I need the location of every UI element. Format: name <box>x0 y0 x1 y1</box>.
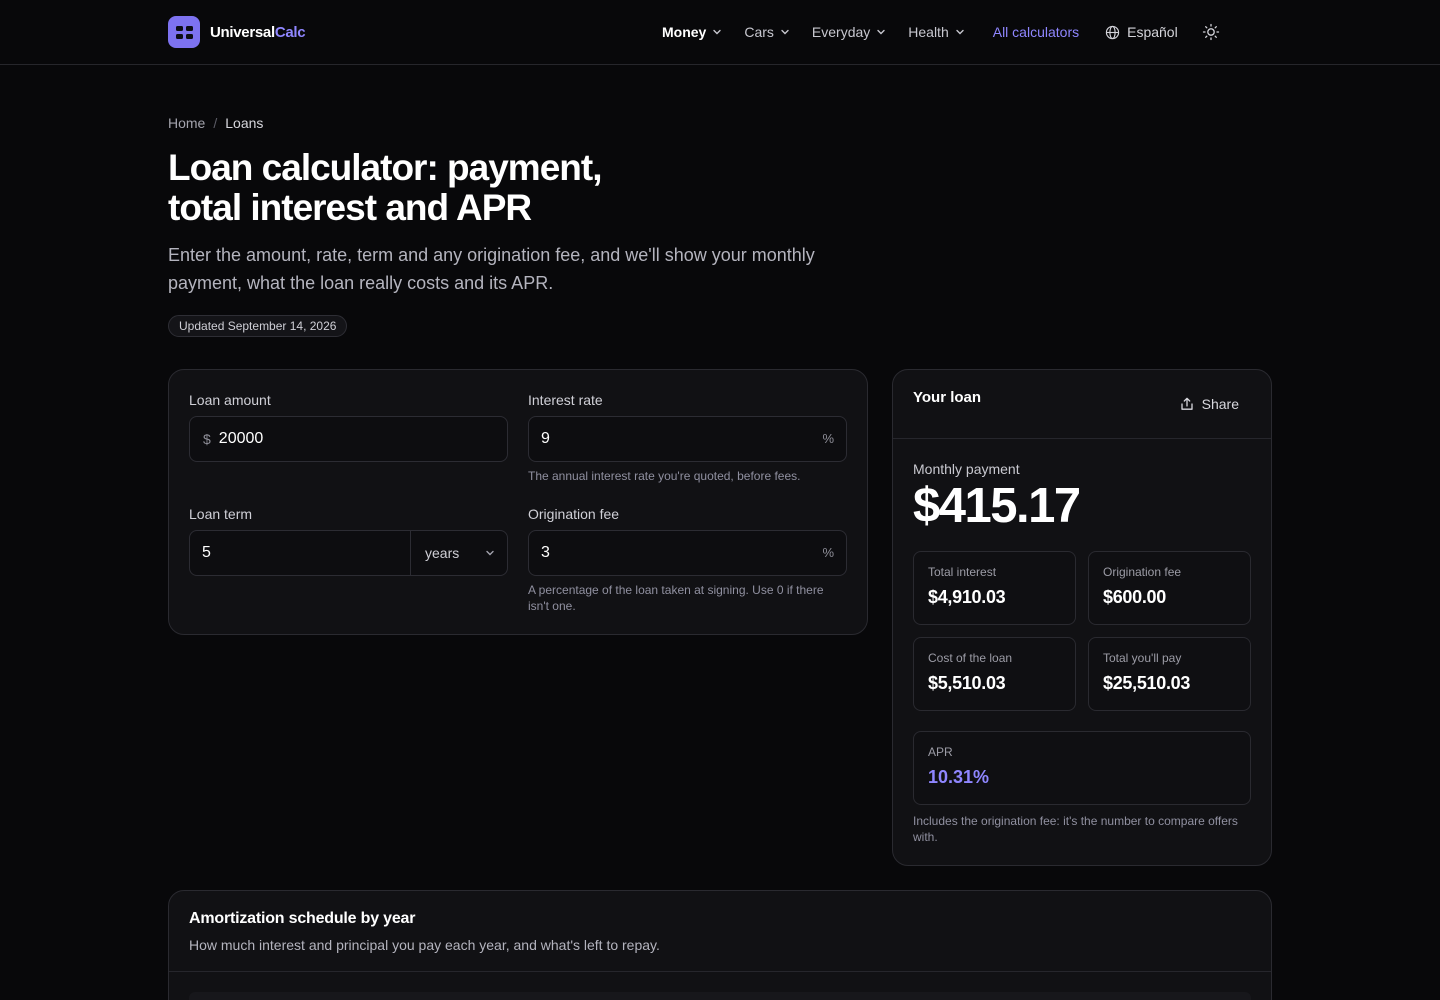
amortization-card: Amortization schedule by year How much i… <box>168 890 1272 1000</box>
interest-rate-label: Interest rate <box>528 392 603 408</box>
percent-suffix: % <box>822 431 834 446</box>
page-title-line: total interest and APR <box>168 187 532 228</box>
page-subtitle: Enter the amount, rate, term and any ori… <box>168 245 815 293</box>
chevron-down-icon <box>713 29 722 35</box>
stat-cost-of-loan: Cost of the loan $5,510.03 <box>913 637 1076 711</box>
nav-item-label: Cars <box>744 24 774 40</box>
nav-item-money[interactable]: Money <box>662 24 722 40</box>
loan-term-value: 5 <box>202 544 211 561</box>
stat-label: Origination fee <box>1103 565 1182 579</box>
interest-rate-help: The annual interest rate you're quoted, … <box>528 469 801 483</box>
logo[interactable]: UniversalCalc <box>168 16 306 48</box>
share-icon <box>1180 397 1193 410</box>
origination-fee-value: 3 <box>541 544 550 561</box>
grid-icon <box>168 16 200 48</box>
loan-term-label: Loan term <box>189 506 253 522</box>
origination-fee-label: Origination fee <box>528 506 620 522</box>
interest-rate-input[interactable]: 9 % <box>528 416 847 462</box>
chevron-down-icon <box>956 29 964 35</box>
nav-item-label: Everyday <box>811 24 871 40</box>
interest-rate-value: 9 <box>541 430 550 447</box>
amortization-subtitle: How much interest and principal you pay … <box>189 937 660 953</box>
stat-value: $4,910.03 <box>928 587 1006 607</box>
language-switch[interactable]: Español <box>1105 24 1178 40</box>
term-unit-value: years <box>425 545 460 561</box>
loan-amount-value: 20000 <box>218 430 264 447</box>
stat-label: Total interest <box>928 565 997 579</box>
main-nav: Money Cars Everyday Health All calculato… <box>662 0 1220 64</box>
nav-item-label: Money <box>662 24 707 40</box>
stat-value: $25,510.03 <box>1103 673 1191 693</box>
breadcrumb: Home / Loans <box>168 115 263 131</box>
stat-label: Total you'll pay <box>1103 651 1182 665</box>
updated-badge: Updated September 14, 2026 <box>168 315 348 337</box>
breadcrumb-home[interactable]: Home <box>168 115 205 131</box>
amortization-title: Amortization schedule by year <box>189 910 416 927</box>
term-unit-select[interactable]: years <box>410 531 507 575</box>
loan-amount-label: Loan amount <box>189 392 271 408</box>
share-button[interactable]: Share <box>1180 396 1239 412</box>
nav-item-cars[interactable]: Cars <box>744 24 790 40</box>
loan-form-card: Loan amount $ 20000 Interest rate 9 % Th… <box>168 369 868 635</box>
stat-value: $5,510.03 <box>928 673 1006 693</box>
loan-term-input[interactable]: 5 years <box>189 530 508 576</box>
stat-total-pay: Total you'll pay $25,510.03 <box>1088 637 1251 711</box>
chevron-down-icon <box>781 29 789 35</box>
nav-item-label: Health <box>908 24 949 40</box>
percent-suffix: % <box>822 545 834 560</box>
language-label: Español <box>1127 24 1178 40</box>
globe-icon <box>1105 25 1120 39</box>
nav-item-health[interactable]: Health <box>908 24 964 40</box>
logo-text: UniversalCalc <box>210 23 306 41</box>
breadcrumb-current: Loans <box>225 115 264 131</box>
stat-value: $600.00 <box>1103 587 1166 607</box>
apr-note: Includes the origination fee: it's the n… <box>913 814 1238 844</box>
result-title: Your loan <box>913 389 982 406</box>
monthly-payment-value: $415.17 <box>913 479 1081 533</box>
origination-fee-help: A percentage of the loan taken at signin… <box>528 583 824 613</box>
loan-result-card: Your loan Share Monthly payment $415.17 … <box>892 369 1272 866</box>
breadcrumb-separator: / <box>213 115 218 131</box>
sun-icon[interactable] <box>1202 23 1220 41</box>
divider <box>169 971 1271 972</box>
origination-fee-input[interactable]: 3 % <box>528 530 847 576</box>
all-calculators-link[interactable]: All calculators <box>993 24 1079 40</box>
result-header: Your loan Share <box>893 370 1271 439</box>
apr-value: 10.31% <box>928 767 990 787</box>
page-title: Loan calculator: payment, total interest… <box>168 148 728 228</box>
currency-prefix: $ <box>203 431 211 447</box>
monthly-payment-label: Monthly payment <box>913 461 1020 477</box>
chevron-down-icon <box>486 550 494 556</box>
stat-total-interest: Total interest $4,910.03 <box>913 551 1076 625</box>
nav-item-everyday[interactable]: Everyday <box>812 24 886 40</box>
stat-label: Cost of the loan <box>928 651 1013 665</box>
apr-box: APR 10.31% <box>913 731 1251 805</box>
amortization-table <box>189 992 1251 1000</box>
loan-amount-input[interactable]: $ 20000 <box>189 416 508 462</box>
page-title-line: Loan calculator: payment, <box>168 147 602 188</box>
share-label: Share <box>1201 396 1239 412</box>
apr-label: APR <box>928 745 953 759</box>
site-header: UniversalCalc Money Cars Everyday Health… <box>0 0 1440 65</box>
stat-origination-fee: Origination fee $600.00 <box>1088 551 1251 625</box>
chevron-down-icon <box>877 29 885 35</box>
